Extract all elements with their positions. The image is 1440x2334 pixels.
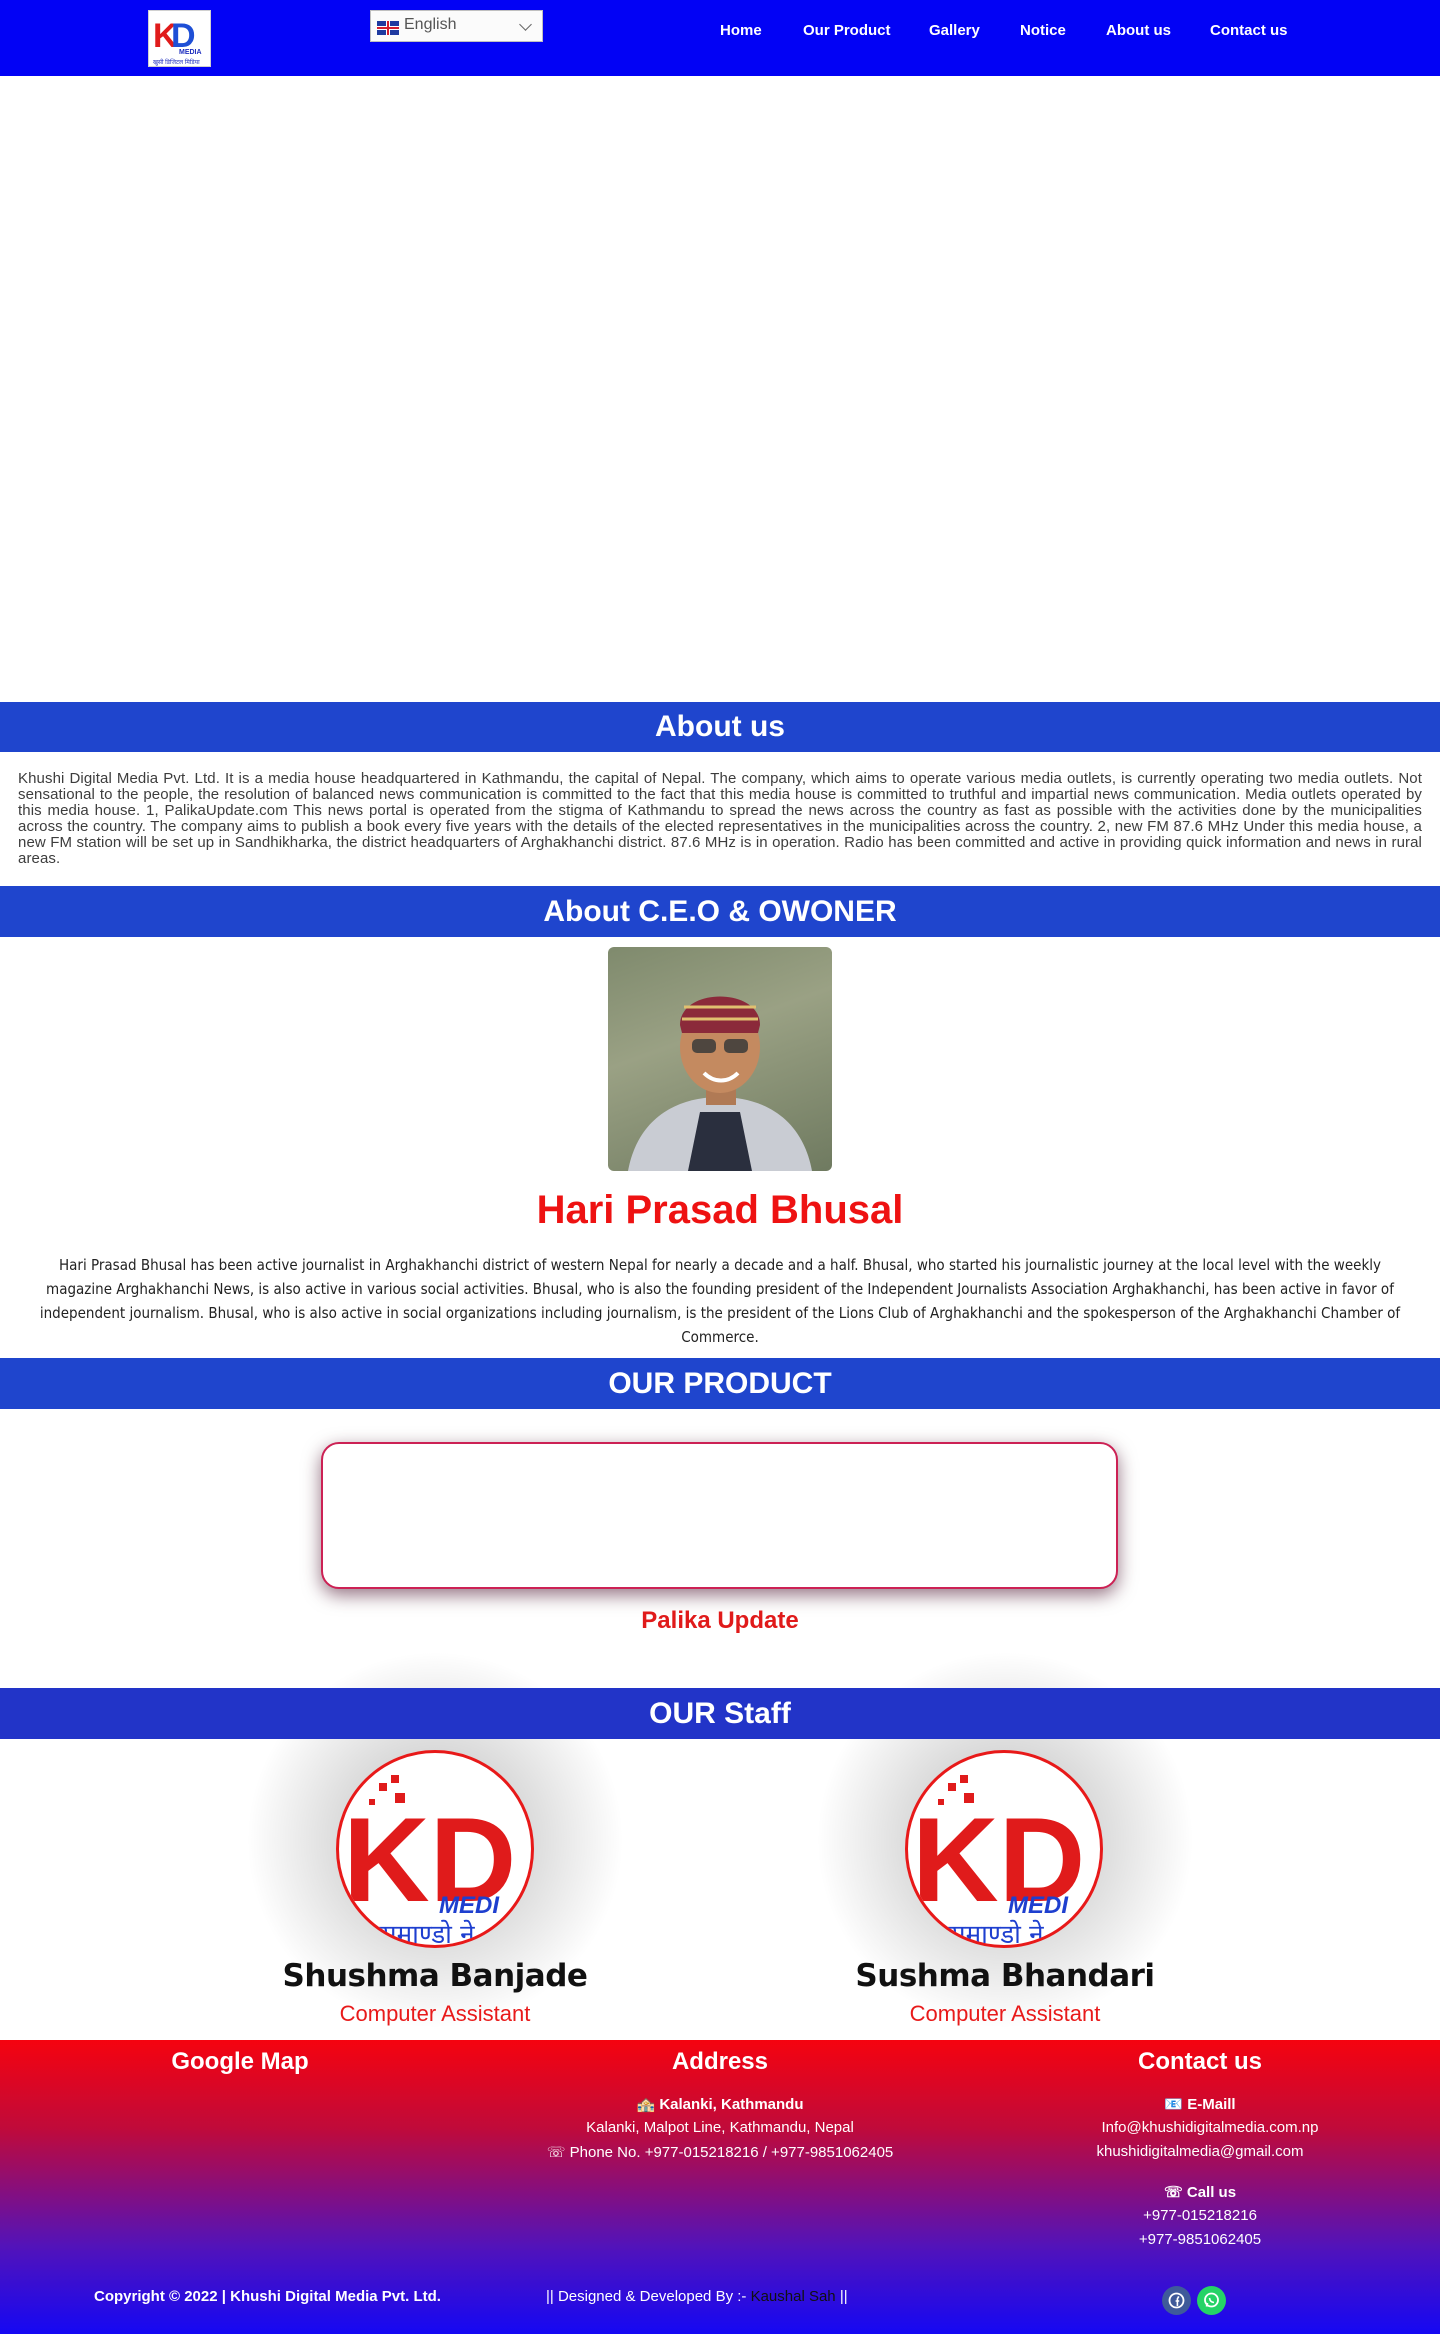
staff-name: Shushma Banjade (282, 1958, 588, 1994)
ceo-name: Hari Prasad Bhusal (536, 1188, 904, 1232)
logo-media-text: MEDIA (179, 49, 202, 56)
whatsapp-icon[interactable] (1197, 2286, 1226, 2315)
staff-role: Computer Assistant (339, 2001, 531, 2026)
site-logo[interactable]: K D MEDIA खुसी डिजिटल मिडिया (148, 10, 211, 67)
address-title: 🏤 Kalanki, Kathmandu (636, 2096, 804, 2113)
language-selected-value: English (404, 16, 457, 33)
staff-role: Computer Assistant (909, 2001, 1101, 2026)
staff-section-heading: OUR Staff (0, 1688, 1440, 1739)
call-number-1[interactable]: +977-015218216 (1050, 2207, 1350, 2224)
nav-about-us[interactable]: About us (1106, 22, 1171, 44)
hero-slider-area (0, 76, 1440, 702)
copyright-text: Copyright © 2022 | Khushi Digital Media … (94, 2288, 441, 2305)
nav-notice[interactable]: Notice (1020, 22, 1066, 44)
footer-address-heading: Address (671, 2048, 769, 2075)
product-name[interactable]: Palika Update (0, 1607, 1440, 1635)
designed-by-line: || Designed & Developed By :- Kaushal Sa… (546, 2288, 848, 2305)
footer-contact-heading: Contact us (1137, 2048, 1262, 2075)
svg-text:MEDI: MEDI (439, 1892, 500, 1919)
logo-tagline: खुसी डिजिटल मिडिया (153, 60, 200, 66)
email-info[interactable]: Info@khushidigitalmedia.com.np (1050, 2119, 1370, 2136)
product-section-heading: OUR PRODUCT (0, 1358, 1440, 1409)
site-footer: Google Map Address 🏤 Kalanki, Kathmandu … (0, 2040, 1440, 2334)
staff-name: Sushma Bhandari (855, 1958, 1155, 1994)
staff-avatar: KD MEDI समाण्डो ने (905, 1750, 1103, 1948)
email-gmail[interactable]: khushidigitalmedia@gmail.com (1050, 2143, 1350, 2160)
call-number-2[interactable]: +977-9851062405 (1050, 2231, 1350, 2248)
product-card-palika-update[interactable] (321, 1442, 1118, 1589)
kd-media-logo-icon: KD MEDI समाण्डो ने (343, 1775, 516, 1945)
language-select[interactable]: English (370, 10, 543, 42)
facebook-icon[interactable] (1162, 2286, 1191, 2315)
phone-line[interactable]: ☏ Phone No. +977-015218216 / +977-985106… (470, 2143, 970, 2161)
ceo-photo (608, 947, 832, 1171)
google-map-embed[interactable] (80, 2086, 400, 2266)
email-title: 📧 E-Maill (1164, 2096, 1236, 2113)
chevron-down-icon (519, 18, 532, 31)
nav-home[interactable]: Home (720, 22, 762, 44)
kd-media-logo-icon: KD MEDI समाण्डो ने (912, 1775, 1085, 1945)
nav-contact-us[interactable]: Contact us (1210, 22, 1288, 44)
nav-gallery[interactable]: Gallery (929, 22, 980, 44)
footer-map-heading: Google Map (171, 2048, 309, 2075)
staff-avatar: KD MEDI समाण्डो ने (336, 1750, 534, 1948)
about-section-heading: About us (0, 702, 1440, 752)
svg-text:MEDI: MEDI (1008, 1892, 1069, 1919)
ceo-bio: Hari Prasad Bhusal has been active journ… (39, 1256, 1401, 1346)
address-line: Kalanki, Malpot Line, Kathmandu, Nepal (586, 2119, 854, 2136)
designer-link[interactable]: Kaushal Sah (751, 2288, 836, 2305)
top-navbar: K D MEDIA खुसी डिजिटल मिडिया English Hom… (0, 0, 1440, 76)
uk-flag-icon (377, 21, 399, 35)
call-title: ☏ Call us (1163, 2184, 1237, 2201)
ceo-portrait-illustration (628, 996, 812, 1171)
designed-by-prefix: || Designed & Developed By :- (546, 2288, 747, 2305)
designed-by-suffix: || (839, 2288, 848, 2305)
about-description: Khushi Digital Media Pvt. Ltd. It is a m… (18, 770, 1422, 867)
ceo-section-heading: About C.E.O & OWONER (0, 886, 1440, 937)
nav-our-product[interactable]: Our Product (803, 22, 891, 44)
